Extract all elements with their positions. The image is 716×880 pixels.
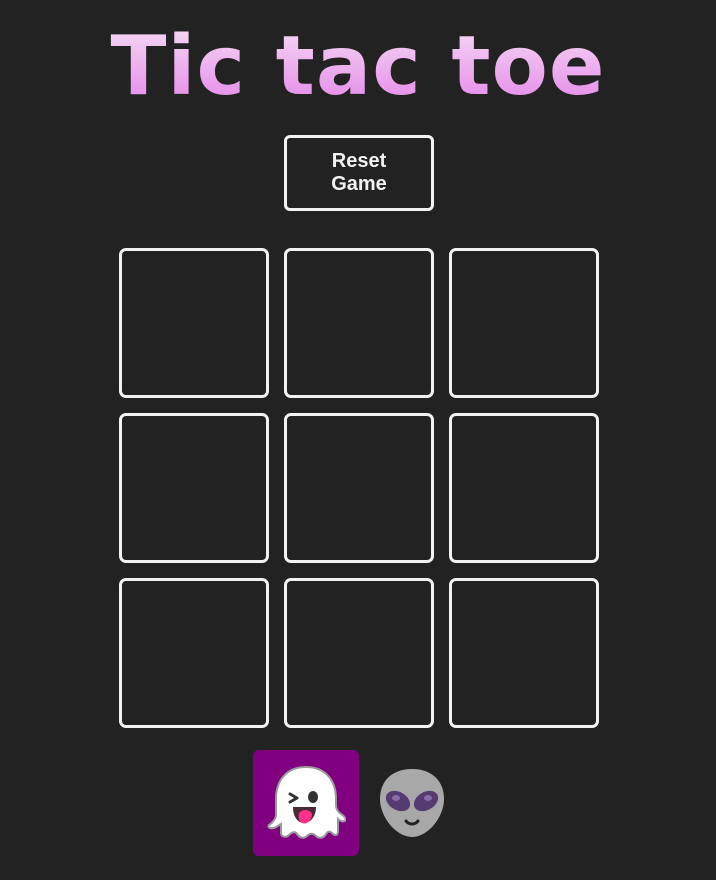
board-cell-2[interactable] — [284, 248, 434, 398]
page-title: Tic tac toe — [0, 12, 716, 122]
game-board — [119, 248, 599, 728]
board-cell-5[interactable] — [284, 413, 434, 563]
board-cell-7[interactable] — [119, 578, 269, 728]
board-cell-3[interactable] — [449, 248, 599, 398]
reset-game-button[interactable]: Reset Game — [284, 135, 434, 211]
board-cell-4[interactable] — [119, 413, 269, 563]
player-picker — [253, 750, 463, 856]
board-cell-6[interactable] — [449, 413, 599, 563]
board-cell-8[interactable] — [284, 578, 434, 728]
player-alien-option[interactable] — [359, 750, 465, 856]
alien-icon — [380, 769, 444, 837]
ghost-icon — [267, 765, 346, 839]
board-cell-9[interactable] — [449, 578, 599, 728]
player-ghost-option[interactable] — [253, 750, 359, 856]
board-cell-1[interactable] — [119, 248, 269, 398]
